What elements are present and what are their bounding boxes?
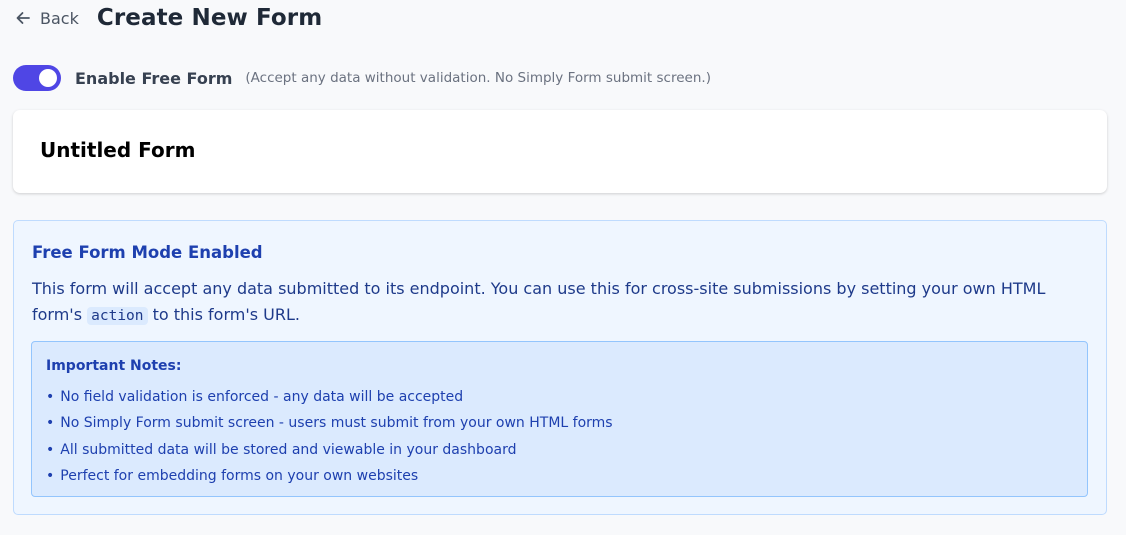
notes-title: Important Notes: xyxy=(46,358,182,374)
list-item: Perfect for embedding forms on your own … xyxy=(46,463,613,489)
back-label: Back xyxy=(40,8,79,28)
page-header: Back Create New Form xyxy=(14,0,322,36)
info-description: This form will accept any data submitted… xyxy=(32,276,1082,329)
page-title: Create New Form xyxy=(96,5,323,31)
list-item: No Simply Form submit screen - users mus… xyxy=(46,410,612,436)
list-item: All submitted data will be stored and vi… xyxy=(46,437,613,463)
toggle-knob xyxy=(39,69,57,87)
form-title-input[interactable] xyxy=(40,138,940,162)
info-desc-part2: to this form's URL. xyxy=(147,305,300,324)
arrow-left-icon xyxy=(14,9,32,27)
important-notes-box: Important Notes: No field validation is … xyxy=(31,341,1088,497)
list-item: No field validation is enforced - any da… xyxy=(46,384,613,410)
free-form-info-panel: Free Form Mode Enabled This form will ac… xyxy=(13,220,1107,515)
free-form-label[interactable]: Enable Free Form xyxy=(75,69,232,88)
notes-list: No field validation is enforced - any da… xyxy=(46,384,613,489)
back-button[interactable]: Back xyxy=(14,9,79,28)
free-form-hint: (Accept any data without validation. No … xyxy=(245,70,711,86)
free-form-toggle-row: Enable Free Form (Accept any data withou… xyxy=(13,65,711,91)
free-form-toggle[interactable] xyxy=(13,65,61,91)
action-code: action xyxy=(87,307,148,325)
form-title-card xyxy=(13,110,1107,193)
info-title: Free Form Mode Enabled xyxy=(32,243,263,262)
